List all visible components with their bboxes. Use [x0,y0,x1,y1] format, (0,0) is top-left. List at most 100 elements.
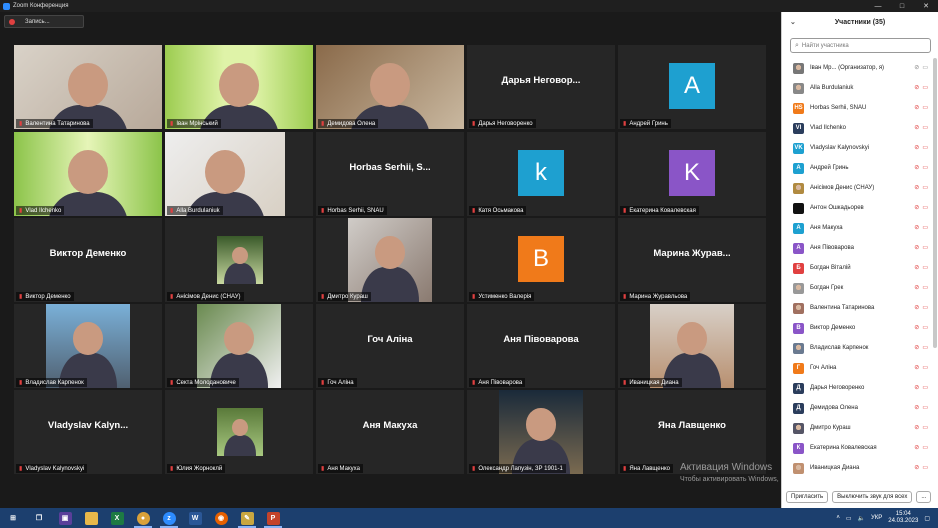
taskbar-chrome[interactable]: ● [130,508,156,528]
video-tile[interactable]: ▮ Владислав Карпенок [14,304,162,388]
participant-row[interactable]: А Аня Макуха ⊘ ▭ [782,218,932,238]
participant-row[interactable]: Антон Ошкадьорев ⊘ ▭ [782,198,932,218]
video-tile[interactable]: K ▮ Екатерина Ковалевская [618,132,766,216]
video-tile[interactable]: Гоч Аліна ▮ Гоч Аліна [316,304,464,388]
tile-name-label: ▮ Аня Пiвоварова [469,378,526,387]
participant-row[interactable]: VK Vladyslav Kalynovskyi ⊘ ▭ [782,138,932,158]
excel-icon: X [110,511,124,525]
participant-row[interactable]: Г Гоч Аліна ⊘ ▭ [782,358,932,378]
clock[interactable]: 15:04 24.03.2023 [888,511,918,525]
taskbar-excel[interactable]: X [104,508,130,528]
muted-mic-icon[interactable]: ⊘ [914,124,919,131]
network-icon[interactable]: ▭ [846,515,852,522]
close-button[interactable]: ✕ [914,0,938,12]
video-tile[interactable]: ▮ Іван Мрінський [165,45,313,129]
muted-mic-icon[interactable]: ⊘ [914,64,919,71]
video-tile[interactable]: Марина Журав... ▮ Марина Журавльова [618,218,766,302]
participant-row[interactable]: Б Богдан Віталій ⊘ ▭ [782,258,932,278]
firefox-icon: ◉ [214,511,228,525]
muted-mic-icon[interactable]: ⊘ [914,424,919,431]
person-body [223,263,257,284]
participant-row[interactable]: В Виктор Деменко ⊘ ▭ [782,318,932,338]
video-tile[interactable]: ▮ Иваницкая Диана [618,304,766,388]
participant-row[interactable]: А Аня Півоварова ⊘ ▭ [782,238,932,258]
video-tile[interactable]: ▮ Олександр Лапузін, ЗР 1901-1 [467,390,615,474]
taskbar-explorer[interactable] [78,508,104,528]
video-tile[interactable]: Дарья Неговор... ▮ Дарья Неговоренко [467,45,615,129]
participant-row[interactable]: VI Vlad Ilchenko ⊘ ▭ [782,118,932,138]
muted-mic-icon[interactable]: ⊘ [914,444,919,451]
taskbar-firefox[interactable]: ◉ [208,508,234,528]
participant-row[interactable]: Д Демидова Олена ⊘ ▭ [782,398,932,418]
participant-row[interactable]: Иваницкая Диана ⊘ ▭ [782,458,932,478]
taskbar-word[interactable]: W [182,508,208,528]
muted-mic-icon[interactable]: ⊘ [914,204,919,211]
participant-row[interactable]: К Екатерина Ковалевская ⊘ ▭ [782,438,932,458]
muted-mic-icon: ▮ [472,294,476,300]
participant-row[interactable]: Богдан Грек ⊘ ▭ [782,278,932,298]
recording-indicator[interactable]: Запись... [4,15,84,28]
task-view-button[interactable]: ❐ [26,508,52,528]
muted-mic-icon[interactable]: ⊘ [914,84,919,91]
video-tile[interactable]: ▮ Демидова Олена [316,45,464,129]
taskbar-powerpoint[interactable]: P [260,508,286,528]
video-tile[interactable]: ▮ Юлия Жорноклй [165,390,313,474]
participant-row[interactable]: Валентина Татаринова ⊘ ▭ [782,298,932,318]
video-tile[interactable]: Аня Макуха ▮ Аня Макуха [316,390,464,474]
muted-mic-icon[interactable]: ⊘ [914,364,919,371]
muted-mic-icon[interactable]: ⊘ [914,304,919,311]
muted-mic-icon[interactable]: ⊘ [914,144,919,151]
muted-mic-icon[interactable]: ⊘ [914,284,919,291]
video-tile[interactable]: k ▮ Катя Осьмакова [467,132,615,216]
mute-all-button[interactable]: Выключить звук для всех [832,491,913,503]
video-tile[interactable]: ▮ Дмитро Кураш [316,218,464,302]
video-off-icon: ▭ [922,225,928,231]
participant-row[interactable]: Дмитро Кураш ⊘ ▭ [782,418,932,438]
muted-mic-icon[interactable]: ⊘ [914,264,919,271]
video-tile[interactable]: ▮ Vlad Ilchenko [14,132,162,216]
muted-mic-icon[interactable]: ⊘ [914,244,919,251]
language-indicator[interactable]: УКР [871,515,882,521]
video-tile[interactable]: А ▮ Андрей Гринь [618,45,766,129]
participant-row[interactable]: HS Horbas Serhii, SNAU ⊘ ▭ [782,98,932,118]
taskbar-zoom[interactable]: z [156,508,182,528]
video-tile[interactable]: Vladyslav Kalyn... ▮ Vladyslav Kalynovskyi [14,390,162,474]
participant-row[interactable]: Анісімов Денис (СНАУ) ⊘ ▭ [782,178,932,198]
participants-scrollbar[interactable] [933,58,937,348]
more-button[interactable]: ... [916,491,932,503]
participant-row[interactable]: Д Дарья Неговоренко ⊘ ▭ [782,378,932,398]
invite-button[interactable]: Пригласить [786,491,829,503]
video-tile[interactable]: Horbas Serhii, S... ▮ Horbas Serhii, SNAU [316,132,464,216]
tray-chevron-icon[interactable]: ˄ [836,515,840,521]
video-tile[interactable]: ▮ Секта Молодановиче [165,304,313,388]
muted-mic-icon[interactable]: ⊘ [914,344,919,351]
video-tile[interactable]: ▮ Alla Burdulaniuk [165,132,313,216]
start-button[interactable]: ⊞ [0,508,26,528]
muted-mic-icon[interactable]: ⊘ [914,404,919,411]
taskbar-paint[interactable]: ✎ [234,508,260,528]
maximize-button[interactable]: □ [890,0,914,12]
muted-mic-icon[interactable]: ⊘ [914,224,919,231]
notifications-icon[interactable]: ▢ [924,515,930,522]
collapse-chevron-icon[interactable]: ⌄ [790,18,796,26]
video-tile[interactable]: Виктор Деменко ▮ Виктор Деменко [14,218,162,302]
muted-mic-icon[interactable]: ⊘ [914,464,919,471]
participant-search-input[interactable]: ⌕ Найти участника [790,38,931,53]
participant-row[interactable]: Владислав Карпенок ⊘ ▭ [782,338,932,358]
muted-mic-icon[interactable]: ⊘ [914,184,919,191]
taskbar-save-app[interactable]: ▣ [52,508,78,528]
muted-mic-icon[interactable]: ⊘ [914,164,919,171]
video-tile[interactable]: ▮ Валентина Татаринова [14,45,162,129]
muted-mic-icon[interactable]: ⊘ [914,324,919,331]
muted-mic-icon[interactable]: ⊘ [914,104,919,111]
minimize-button[interactable]: — [866,0,890,12]
tile-name-text: Дарья Неговоренко [478,120,533,127]
participant-row[interactable]: Іван Мр... (Организатор, я) ⊘ ▭ [782,58,932,78]
video-tile[interactable]: ▮ Анісімов Денис (СНАУ) [165,218,313,302]
participant-row[interactable]: А Андрей Гринь ⊘ ▭ [782,158,932,178]
muted-mic-icon[interactable]: ⊘ [914,384,919,391]
video-tile[interactable]: B ▮ Устименко Валерія [467,218,615,302]
volume-icon[interactable]: 🔈 [858,515,865,522]
participant-row[interactable]: Alla Burdulaniuk ⊘ ▭ [782,78,932,98]
video-tile[interactable]: Аня Півоварова ▮ Аня Пiвоварова [467,304,615,388]
